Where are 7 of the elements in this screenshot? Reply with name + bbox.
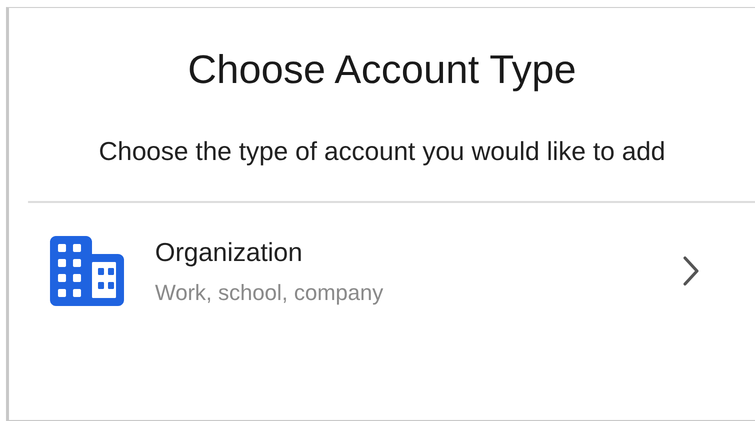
dialog-title: Choose Account Type — [188, 48, 576, 93]
option-title: Organization — [155, 236, 304, 268]
option-description: Work, school, company — [155, 280, 384, 306]
account-type-option[interactable]: Organization Work, school, company — [9, 203, 755, 306]
building-icon — [50, 236, 124, 306]
chevron-right-icon — [683, 256, 699, 286]
dialog-description: Choose the type of account you would like to add — [98, 135, 666, 168]
